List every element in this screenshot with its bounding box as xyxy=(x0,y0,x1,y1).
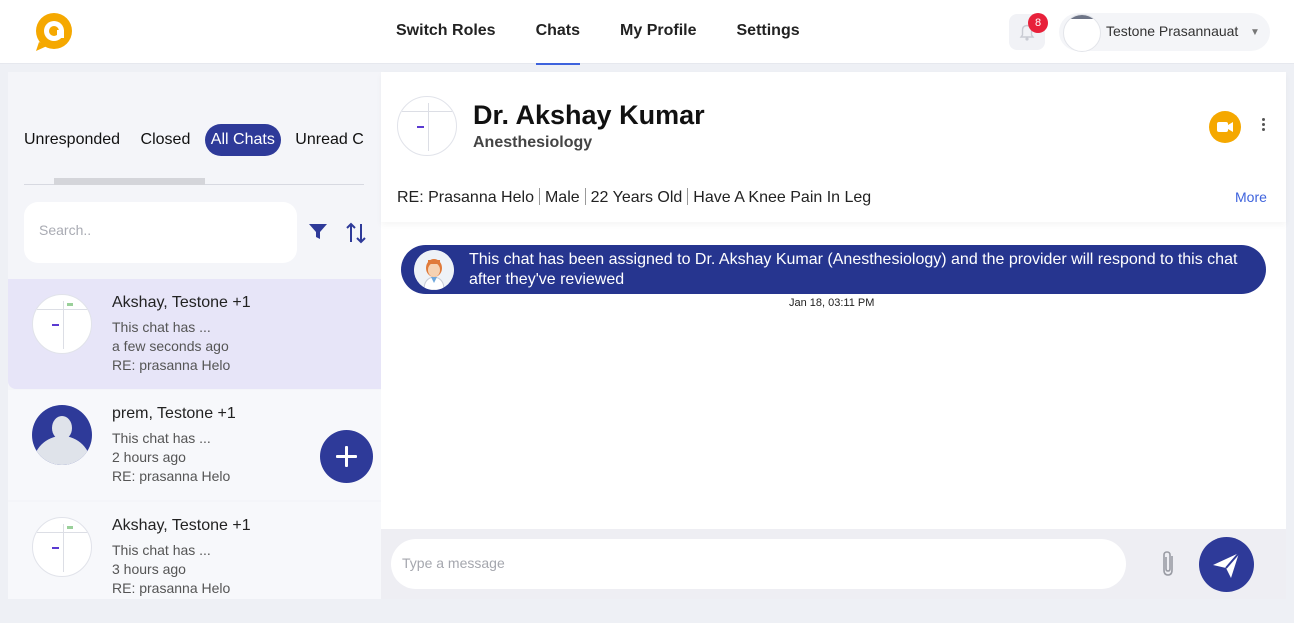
user-name: Testone Prasannauat xyxy=(1106,23,1239,39)
tab-unresponded[interactable]: Unresponded xyxy=(24,124,126,156)
sort-icon[interactable] xyxy=(346,222,366,244)
tab-closed[interactable]: Closed xyxy=(135,124,197,156)
more-options-icon[interactable] xyxy=(1259,118,1267,136)
doctor-specialty: Anesthesiology xyxy=(473,134,593,151)
chat-header: Dr. Akshay Kumar Anesthesiology RE: Pras… xyxy=(381,72,1286,222)
conversation-name: Akshay, Testone +1 xyxy=(112,294,251,311)
tabs-scrollbar[interactable] xyxy=(54,178,205,185)
conversation-preview: This chat has ... xyxy=(112,430,211,446)
paperclip-icon[interactable] xyxy=(1158,549,1180,579)
conversation-subject: RE: prasanna Helo xyxy=(112,357,231,373)
avatar xyxy=(32,405,92,465)
message-input-wrap xyxy=(391,539,1126,589)
conversation-subject: RE: prasanna Helo xyxy=(112,580,231,596)
tab-unread[interactable]: Unread C xyxy=(289,124,364,156)
doctor-name: Dr. Akshay Kumar xyxy=(473,100,705,130)
chat-details: RE: Prasanna Helo Male 22 Years Old Have A … xyxy=(397,188,871,207)
conversation-name: prem, Testone +1 xyxy=(112,405,236,422)
nav-switch-roles[interactable]: Switch Roles xyxy=(396,0,496,64)
patient-age: 22 Years Old xyxy=(590,189,683,206)
filter-icon[interactable] xyxy=(309,224,327,240)
new-chat-button[interactable] xyxy=(320,430,373,483)
caret-down-icon[interactable]: ▼ xyxy=(1250,27,1260,38)
avatar xyxy=(32,517,92,577)
patient-complaint: Have A Knee Pain In Leg xyxy=(693,189,872,206)
assistant-avatar xyxy=(414,250,454,290)
conversation-preview: This chat has ... xyxy=(112,319,211,335)
system-message-text: This chat has been assigned to Dr. Aksha… xyxy=(469,251,1238,288)
conversation-sidebar: Unresponded Closed All Chats Unread C Ak… xyxy=(8,72,381,599)
video-camera-icon xyxy=(1217,122,1233,132)
conversation-name: Akshay, Testone +1 xyxy=(112,517,251,534)
send-button[interactable] xyxy=(1199,537,1254,592)
conversation-item[interactable]: Akshay, Testone +1 This chat has ... a f… xyxy=(8,279,381,389)
video-call-button[interactable] xyxy=(1209,111,1241,143)
user-avatar[interactable] xyxy=(1063,14,1101,52)
message-composer xyxy=(381,529,1286,599)
message-input[interactable] xyxy=(402,555,1102,571)
conversation-preview: This chat has ... xyxy=(112,542,211,558)
nav-my-profile[interactable]: My Profile xyxy=(620,0,696,64)
notification-badge: 8 xyxy=(1028,13,1048,33)
nav-settings[interactable]: Settings xyxy=(737,0,800,64)
tab-all-chats[interactable]: All Chats xyxy=(204,124,281,156)
app-logo[interactable] xyxy=(33,12,75,52)
more-link[interactable]: More xyxy=(1235,189,1267,205)
nav-chats[interactable]: Chats xyxy=(535,0,581,65)
chat-subject: RE: Prasanna Helo xyxy=(397,189,534,206)
conversation-time: 2 hours ago xyxy=(112,449,186,465)
avatar xyxy=(32,294,92,354)
doctor-avatar xyxy=(397,96,457,156)
chat-panel: Dr. Akshay Kumar Anesthesiology RE: Pras… xyxy=(381,72,1286,599)
nurse-icon xyxy=(414,250,454,290)
person-icon xyxy=(33,416,91,465)
patient-gender: Male xyxy=(544,189,580,206)
system-message-bubble: This chat has been assigned to Dr. Aksha… xyxy=(401,245,1266,294)
conversation-subject: RE: prasanna Helo xyxy=(112,468,231,484)
search-box xyxy=(24,202,297,263)
conversation-time: 3 hours ago xyxy=(112,561,186,577)
chat-filter-tabs: Unresponded Closed All Chats Unread C xyxy=(24,124,364,160)
conversation-item[interactable]: Akshay, Testone +1 This chat has ... 3 h… xyxy=(8,502,381,599)
conversation-time: a few seconds ago xyxy=(112,338,229,354)
search-input[interactable] xyxy=(39,222,279,238)
send-icon xyxy=(1213,552,1240,578)
message-timestamp: Jan 18, 03:11 PM xyxy=(789,297,875,309)
main-nav: Switch Roles Chats My Profile Settings xyxy=(396,0,840,65)
